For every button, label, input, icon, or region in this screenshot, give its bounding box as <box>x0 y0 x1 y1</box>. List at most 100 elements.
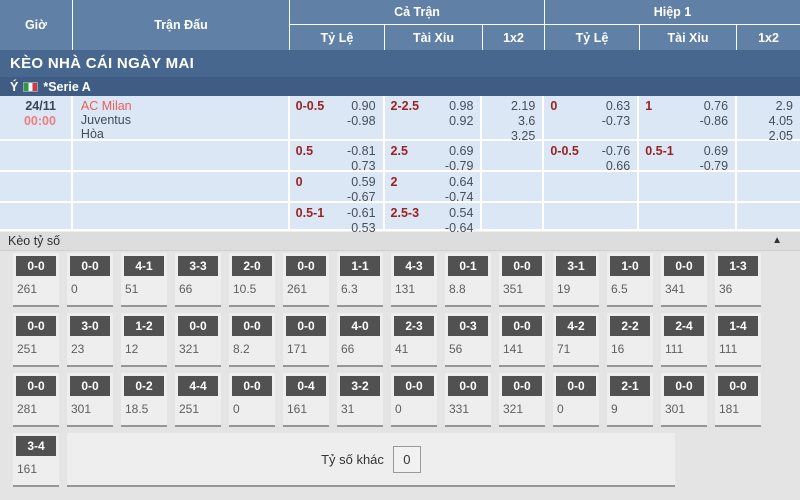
score-button[interactable]: 1-0 <box>610 256 650 276</box>
score-button[interactable]: 2-2 <box>610 316 650 336</box>
score-button[interactable]: 0-2 <box>124 376 164 396</box>
score-button[interactable]: 0-0 <box>556 376 596 396</box>
score-odds-value: 51 <box>124 276 164 296</box>
score-button[interactable]: 1-1 <box>340 256 380 276</box>
score-button[interactable]: 0-0 <box>16 256 56 276</box>
score-card: 0-08.2 <box>229 313 275 367</box>
full-handicap-cell[interactable]: 0.5-0.810.73 <box>290 141 385 170</box>
score-button[interactable]: 2-3 <box>394 316 434 336</box>
full-overunder-cell[interactable]: 2.5-30.54-0.64 <box>385 203 483 229</box>
score-button[interactable]: 4-0 <box>340 316 380 336</box>
score-odds-value: 161 <box>16 456 56 476</box>
score-odds-value: 351 <box>502 276 542 296</box>
score-odds-value: 261 <box>286 276 326 296</box>
match-cell: AC MilanJuventusHòa <box>73 96 290 139</box>
score-button[interactable]: 2-4 <box>664 316 704 336</box>
score-button[interactable]: 0-0 <box>502 316 542 336</box>
odds-value: 0.92 <box>385 114 474 129</box>
score-button[interactable]: 4-4 <box>178 376 218 396</box>
score-button[interactable]: 3-1 <box>556 256 596 276</box>
score-button[interactable]: 0-0 <box>286 316 326 336</box>
score-card: 0-0281 <box>13 373 59 427</box>
score-card: 0-0251 <box>13 313 59 367</box>
score-button[interactable]: 0-0 <box>286 256 326 276</box>
score-card: 4-3131 <box>391 253 437 307</box>
score-button[interactable]: 3-2 <box>340 376 380 396</box>
score-button[interactable]: 0-3 <box>448 316 488 336</box>
full-1x2-cell[interactable]: 2.193.63.25 <box>482 96 544 139</box>
score-odds-value: 301 <box>664 396 704 416</box>
score-card: 1-336 <box>715 253 761 307</box>
handicap-value: 1 <box>645 99 652 113</box>
score-odds-value: 71 <box>556 336 596 356</box>
time-text: 24/11 <box>0 99 56 114</box>
score-button[interactable]: 0-4 <box>286 376 326 396</box>
score-odds-value: 10.5 <box>232 276 272 296</box>
other-score-card: Tỷ số khác <box>67 433 675 487</box>
score-button[interactable]: 0-0 <box>16 316 56 336</box>
score-button[interactable]: 0-0 <box>70 256 110 276</box>
score-card: 1-4111 <box>715 313 761 367</box>
score-odds-value: 9 <box>610 396 650 416</box>
score-button[interactable]: 1-2 <box>124 316 164 336</box>
score-button[interactable]: 3-0 <box>70 316 110 336</box>
half-1x2-cell <box>737 203 800 229</box>
score-button[interactable]: 3-3 <box>178 256 218 276</box>
score-button[interactable]: 0-0 <box>16 376 56 396</box>
score-button[interactable]: 0-0 <box>664 256 704 276</box>
score-button[interactable]: 0-1 <box>448 256 488 276</box>
score-button[interactable]: 0-0 <box>232 316 272 336</box>
league-bar[interactable]: Ý *Serie A <box>0 77 800 96</box>
handicap-value: 0 <box>296 175 303 189</box>
score-button[interactable]: 0-0 <box>502 376 542 396</box>
full-handicap-cell[interactable]: 0.5-1-0.610.53 <box>290 203 385 229</box>
score-button[interactable]: 0-0 <box>448 376 488 396</box>
score-card: 0-0331 <box>445 373 491 427</box>
score-card: 2-19 <box>607 373 653 427</box>
score-grid: 0-02610-004-1513-3662-010.50-02611-16.34… <box>0 251 800 493</box>
score-button[interactable]: 0-0 <box>718 376 758 396</box>
half-overunder-cell[interactable]: 0.5-10.69-0.79 <box>639 141 737 170</box>
betting-page: Giờ Trận Đấu Cả Trận Hiệp 1 Tỷ Lệ Tài Xỉ… <box>0 0 800 500</box>
score-odds-value: 161 <box>286 396 326 416</box>
full-overunder-cell[interactable]: 2-2.50.980.92 <box>385 96 483 139</box>
score-button[interactable]: 0-0 <box>70 376 110 396</box>
odds-value: 0.53 <box>290 221 376 236</box>
score-button[interactable]: 0-0 <box>502 256 542 276</box>
score-odds-value: 281 <box>16 396 56 416</box>
score-row: 0-02610-004-1513-3662-010.50-02611-16.34… <box>13 253 800 313</box>
subheader-half-overunder: Tài Xỉu <box>640 25 737 50</box>
score-odds-value: 19 <box>556 276 596 296</box>
odds-table-header: Giờ Trận Đấu Cả Trận Hiệp 1 Tỷ Lệ Tài Xỉ… <box>0 0 800 50</box>
score-odds-value: 41 <box>394 336 434 356</box>
half-handicap-cell[interactable]: 0-0.5-0.760.66 <box>544 141 639 170</box>
score-card: 0-0321 <box>499 373 545 427</box>
other-score-input[interactable] <box>393 446 421 473</box>
score-card: 2-216 <box>607 313 653 367</box>
score-card: 4-4251 <box>175 373 221 427</box>
score-button[interactable]: 0-0 <box>232 376 272 396</box>
score-button[interactable]: 0-0 <box>394 376 434 396</box>
score-button[interactable]: 4-1 <box>124 256 164 276</box>
score-button[interactable]: 3-4 <box>16 436 56 456</box>
half-1x2-cell <box>737 172 800 201</box>
collapse-icon[interactable]: ▲ <box>772 236 782 246</box>
full-handicap-cell[interactable]: 00.59-0.67 <box>290 172 385 201</box>
full-handicap-cell[interactable]: 0-0.50.90-0.98 <box>290 96 385 139</box>
score-button[interactable]: 4-3 <box>394 256 434 276</box>
half-1x2-cell[interactable]: 2.94.052.05 <box>737 96 800 139</box>
score-button[interactable]: 0-0 <box>178 316 218 336</box>
score-button[interactable]: 2-0 <box>232 256 272 276</box>
score-card: 2-341 <box>391 313 437 367</box>
half-overunder-cell[interactable]: 10.76-0.86 <box>639 96 737 139</box>
score-button[interactable]: 1-3 <box>718 256 758 276</box>
score-button[interactable]: 2-1 <box>610 376 650 396</box>
score-odds-value: 8.8 <box>448 276 488 296</box>
half-handicap-cell[interactable]: 00.63-0.73 <box>544 96 639 139</box>
handicap-value: 0.5-1 <box>645 144 674 158</box>
score-button[interactable]: 1-4 <box>718 316 758 336</box>
score-button[interactable]: 4-2 <box>556 316 596 336</box>
full-overunder-cell[interactable]: 2.50.69-0.79 <box>385 141 483 170</box>
score-button[interactable]: 0-0 <box>664 376 704 396</box>
full-overunder-cell[interactable]: 20.64-0.74 <box>385 172 483 201</box>
